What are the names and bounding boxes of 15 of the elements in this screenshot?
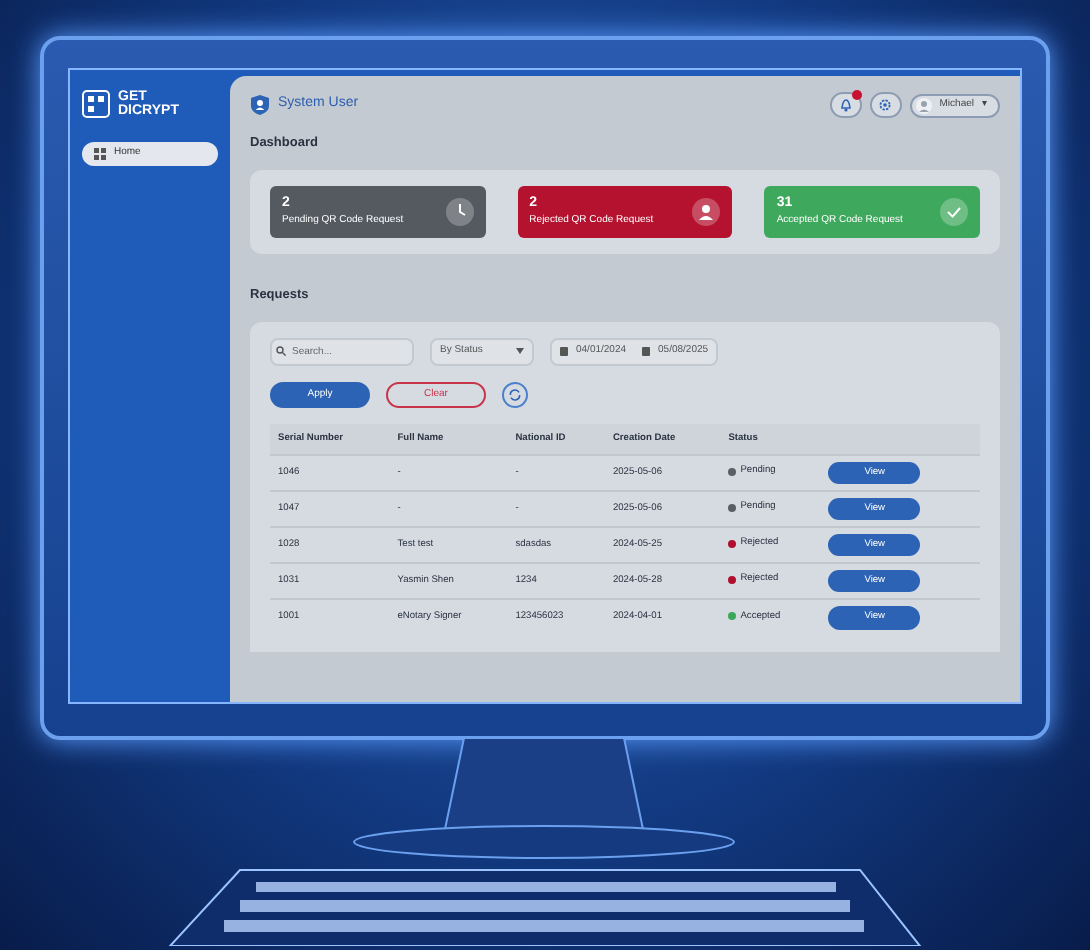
check-icon (940, 197, 969, 226)
clock-icon (445, 197, 474, 226)
refresh-button[interactable] (502, 381, 528, 408)
person-icon (692, 197, 721, 226)
shield-user-icon (250, 94, 270, 116)
caret-icon (516, 348, 524, 354)
logo-icon (82, 90, 110, 118)
settings-button[interactable] (869, 92, 902, 118)
grid-icon (94, 147, 106, 160)
notification-button[interactable] (829, 92, 862, 118)
search-icon (276, 346, 286, 356)
settings-icon (878, 98, 893, 112)
avatar-icon (915, 97, 932, 113)
bell-icon (839, 98, 852, 112)
refresh-icon (508, 387, 522, 402)
